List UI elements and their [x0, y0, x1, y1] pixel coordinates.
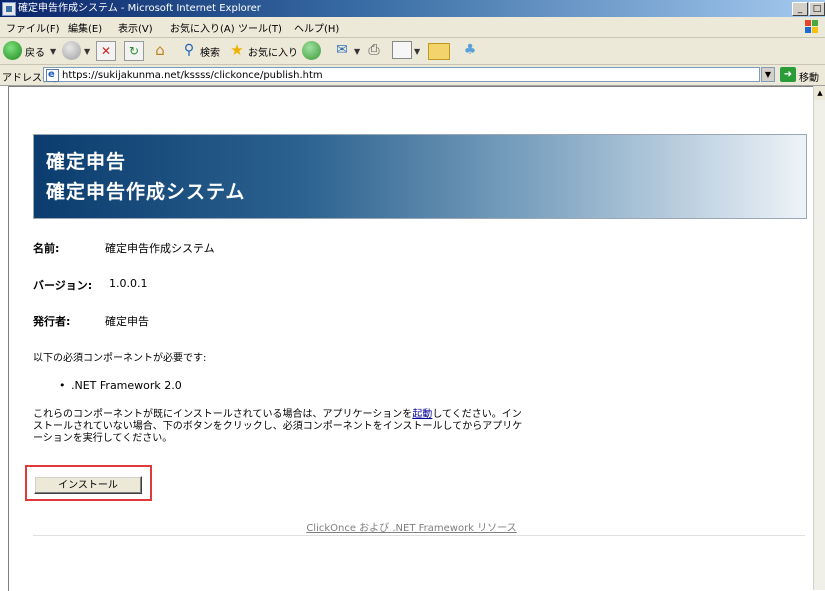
ie-app-icon — [2, 2, 16, 16]
launch-link[interactable]: 起動 — [412, 409, 432, 420]
page-viewport: 確定申告 確定申告作成システム 名前: 確定申告作成システム バージョン: 1.… — [8, 86, 814, 591]
back-dropdown-icon[interactable]: ▼ — [50, 47, 56, 56]
menu-bar: ファイル(F) 編集(E) 表示(V) お気に入り(A) ツール(T) ヘルプ(… — [0, 17, 825, 38]
address-bar: アドレス(D) https://sukijakunma.net/kssss/cl… — [0, 65, 825, 86]
forward-dropdown-icon[interactable]: ▼ — [84, 47, 90, 56]
maximize-button[interactable]: □ — [809, 2, 825, 16]
address-url[interactable]: https://sukijakunma.net/kssss/clickonce/… — [62, 68, 323, 83]
clickonce-resources-link[interactable]: ClickOnce および .NET Framework リソース — [9, 519, 814, 534]
publisher-value: 確定申告 — [105, 315, 149, 328]
menu-edit[interactable]: 編集(E) — [68, 20, 102, 35]
prerequisite-item: .NET Framework 2.0 — [59, 379, 182, 392]
menu-favorites[interactable]: お気に入り(A) — [170, 20, 235, 35]
home-icon[interactable]: ⌂ — [150, 41, 170, 59]
favorites-star-icon[interactable]: ★ — [228, 41, 246, 59]
publisher-label: 発行者: — [33, 315, 71, 328]
edit-icon[interactable] — [392, 41, 412, 59]
back-arrow-icon[interactable] — [3, 41, 22, 60]
version-label: バージョン: — [33, 279, 93, 292]
folder-icon[interactable] — [428, 43, 450, 60]
mail-icon[interactable]: ✉ — [332, 41, 352, 59]
title-bar: 確定申告作成システム - Microsoft Internet Explorer… — [0, 0, 825, 17]
mail-dropdown-icon[interactable]: ▼ — [354, 47, 360, 56]
name-label: 名前: — [33, 242, 60, 255]
version-row: バージョン: 1.0.0.1 — [33, 277, 147, 293]
history-icon[interactable] — [302, 41, 321, 60]
menu-view[interactable]: 表示(V) — [118, 20, 153, 35]
install-button[interactable]: インストール — [34, 476, 142, 494]
minimize-button[interactable]: _ — [792, 2, 808, 16]
vertical-scrollbar[interactable]: ▲ — [813, 86, 825, 590]
window-controls: _ □ — [791, 2, 825, 16]
menu-tools[interactable]: ツール(T) — [238, 20, 282, 35]
address-dropdown-icon[interactable]: ▼ — [761, 67, 775, 82]
window-title: 確定申告作成システム - Microsoft Internet Explorer — [18, 3, 261, 14]
search-label[interactable]: 検索 — [200, 44, 220, 59]
name-row: 名前: 確定申告作成システム — [33, 240, 215, 256]
menu-help[interactable]: ヘルプ(H) — [294, 20, 339, 35]
banner-title-line2: 確定申告作成システム — [46, 181, 246, 203]
banner-title-line1: 確定申告 — [46, 151, 127, 173]
print-icon[interactable]: ⎙ — [364, 41, 384, 59]
back-label[interactable]: 戻る — [25, 44, 45, 59]
install-instructions: これらのコンポーネントが既にインストールされている場合は、アプリケーションを起動… — [33, 409, 523, 445]
stop-icon[interactable]: ✕ — [96, 41, 116, 61]
publisher-row: 発行者: 確定申告 — [33, 313, 149, 329]
forward-arrow-icon[interactable] — [62, 41, 81, 60]
search-icon[interactable]: ⚲ — [180, 41, 198, 59]
windows-logo-icon — [805, 20, 818, 33]
standard-toolbar: 戻る ▼ ▼ ✕ ↻ ⌂ ⚲ 検索 ★ お気に入り ✉ ▼ ⎙ ▼ ♣ — [0, 38, 825, 65]
version-value: 1.0.0.1 — [109, 277, 148, 290]
prerequisite-heading: 以下の必須コンポーネントが必要です: — [33, 353, 207, 364]
messenger-icon[interactable]: ♣ — [460, 41, 480, 59]
page-icon — [46, 67, 59, 82]
footer-divider — [33, 535, 805, 536]
scroll-up-icon[interactable]: ▲ — [814, 86, 825, 100]
instructions-part1: これらのコンポーネントが既にインストールされている場合は、アプリケーションを — [33, 409, 413, 420]
address-input[interactable]: https://sukijakunma.net/kssss/clickonce/… — [43, 67, 760, 82]
edit-dropdown-icon[interactable]: ▼ — [414, 47, 420, 56]
page-banner: 確定申告 確定申告作成システム — [33, 134, 807, 219]
go-button-label[interactable]: 移動 — [799, 69, 819, 84]
favorites-label[interactable]: お気に入り — [248, 44, 298, 59]
refresh-icon[interactable]: ↻ — [124, 41, 144, 61]
name-value: 確定申告作成システム — [105, 242, 215, 255]
menu-file[interactable]: ファイル(F) — [6, 20, 60, 35]
go-arrow-icon[interactable]: ➜ — [780, 67, 796, 82]
